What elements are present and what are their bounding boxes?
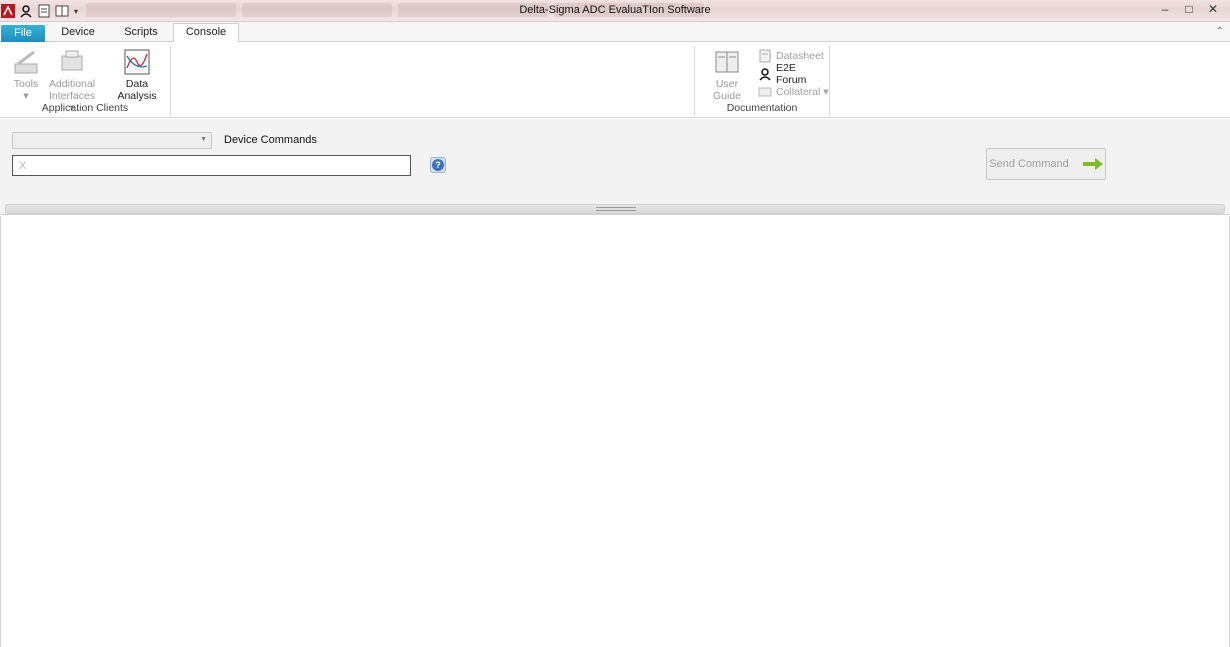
arrow-right-icon	[1082, 158, 1103, 170]
help-button[interactable]: ?	[430, 157, 446, 173]
e2e-forum-button[interactable]: E2E Forum	[758, 62, 829, 86]
collateral-button[interactable]: Collateral ▾	[758, 84, 829, 100]
analysis-label: Analysis	[117, 90, 157, 102]
tools-button[interactable]: Tools ▾	[8, 48, 44, 102]
tab-device[interactable]: Device	[58, 24, 98, 42]
send-command-button[interactable]: Send Command	[986, 148, 1106, 180]
maximize-button[interactable]: □	[1178, 1, 1200, 17]
device-command-select[interactable]: ▼	[12, 132, 212, 149]
command-input[interactable]	[12, 155, 411, 176]
application-clients-group: Tools ▾ Additional Interfaces ▾ Data Ana…	[0, 44, 170, 116]
user-label: User	[715, 78, 739, 90]
group-divider	[829, 46, 830, 116]
data-label: Data	[125, 78, 149, 90]
chart-icon	[123, 48, 151, 76]
ribbon: Tools ▾ Additional Interfaces ▾ Data Ana…	[0, 42, 1230, 118]
tools-label: Tools	[13, 78, 39, 90]
application-clients-label: Application Clients	[41, 102, 129, 114]
documentation-label: Documentation	[726, 102, 798, 114]
close-button[interactable]: ✕	[1202, 1, 1224, 17]
tools-dropdown: ▾	[23, 90, 29, 102]
device-commands-label: Device Commands	[224, 134, 317, 146]
user-guide-button[interactable]: User Guide	[707, 48, 747, 102]
forum-icon	[759, 68, 771, 81]
help-icon: ?	[432, 159, 444, 171]
interfaces-icon	[58, 48, 86, 76]
ribbon-tabs: File Device Scripts Console ⌃	[0, 22, 1230, 43]
tab-file[interactable]: File	[1, 25, 45, 42]
console-output[interactable]	[0, 216, 1230, 647]
guide-label: Guide	[712, 90, 742, 102]
minimize-button[interactable]: –	[1154, 1, 1176, 17]
tab-console[interactable]: Console	[173, 23, 239, 43]
title-bar: ▾ Delta-Sigma ADC EvaluaTIon Software – …	[0, 0, 1230, 22]
documentation-group: User Guide Datasheet E2E Forum Collatera…	[695, 44, 829, 116]
command-panel: ▼ Device Commands ? Send Command	[0, 119, 1230, 215]
collateral-label: Collateral ▾	[776, 86, 829, 98]
tools-icon	[12, 48, 40, 76]
e2e-forum-label: E2E Forum	[775, 62, 807, 86]
data-analysis-button[interactable]: Data Analysis	[116, 48, 158, 102]
datasheet-icon	[759, 49, 771, 63]
splitter-handle[interactable]	[5, 204, 1225, 214]
window-title: Delta-Sigma ADC EvaluaTIon Software	[519, 4, 711, 16]
tab-scripts[interactable]: Scripts	[120, 24, 162, 42]
additional-label: Additional	[48, 78, 96, 90]
send-command-label: Send Command	[989, 158, 1069, 170]
collateral-icon	[758, 87, 772, 97]
group-divider	[170, 46, 171, 116]
collapse-ribbon-icon[interactable]: ⌃	[1216, 26, 1224, 37]
chevron-down-icon: ▼	[200, 136, 207, 143]
grip-icon	[596, 207, 636, 211]
book-icon	[713, 48, 741, 76]
window-controls: – □ ✕	[1154, 1, 1224, 17]
datasheet-label: Datasheet	[776, 50, 824, 62]
